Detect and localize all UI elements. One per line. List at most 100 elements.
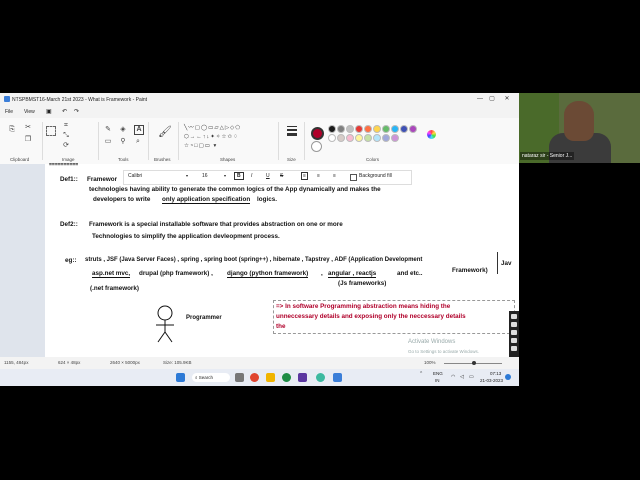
zoom-slider[interactable] [444,361,502,365]
size-icon[interactable] [287,126,297,140]
edge-icon[interactable] [316,373,325,382]
file-explorer-icon[interactable] [266,373,275,382]
eraser-icon[interactable]: ▭ [104,138,112,146]
gear-icon[interactable] [511,346,517,351]
select-icon[interactable] [46,126,56,136]
paint-taskbar-icon[interactable] [333,373,342,382]
color-swatch[interactable] [346,125,354,133]
color-swatch[interactable] [373,125,381,133]
task-view-icon[interactable] [235,373,244,382]
font-size-select[interactable]: 16 [202,173,208,179]
notification-icon[interactable] [505,374,511,380]
save-icon[interactable]: ▣ [46,108,52,115]
close-button[interactable]: ✕ [501,95,513,104]
color-swatch[interactable] [373,134,381,142]
search-label: Search [198,375,214,380]
text-format-toolbar: Calibri ▾ 16 ▾ B I U S ≡ ≡ ≡ Background … [123,170,412,185]
edit-colors-icon[interactable] [427,130,436,139]
meet-icon[interactable] [282,373,291,382]
chevron-down-icon[interactable]: ▾ [186,173,188,178]
def1-label: Def1:: [60,176,78,183]
window-title: NTSPBMST16-March 21st 2023 - What is Fra… [12,97,148,103]
text-tool-icon[interactable]: A [134,125,144,135]
color-swatch[interactable] [337,134,345,142]
pencil-icon[interactable]: ✎ [104,126,112,134]
color-swatch[interactable] [355,125,363,133]
color-swatch[interactable] [364,125,372,133]
rotate-icon[interactable]: ⟳ [62,142,70,150]
mic-icon[interactable] [511,322,517,327]
file-size: Size: 105.9KB [163,360,192,365]
maximize-button[interactable]: ▢ [486,95,498,104]
font-family-select[interactable]: Calibri [128,173,142,179]
redo-icon[interactable]: ↷ [74,108,79,115]
color-swatch[interactable] [364,134,372,142]
abstraction-line-3: the [276,323,286,330]
def1-line-3c: logics. [257,196,277,203]
color-swatch[interactable] [337,125,345,133]
magnifier-icon[interactable]: ⌕ [134,138,142,146]
shapes-gallery[interactable]: ╲〰▢◯▭▱△▷◇⬠ ⬡→←↑↓✦✧☆✩♢ ☆◔□▢▭ ▾ [184,124,272,154]
eg-line-1-end: Framework) [452,267,488,274]
italic-button[interactable]: I [251,173,252,179]
chevron-up-icon[interactable]: ⌃ [419,371,423,377]
selection-size: 624 × 48px [58,360,81,365]
group-brushes: Brushes [154,157,171,162]
color-palette[interactable] [328,125,424,145]
strikethrough-button[interactable]: S [280,173,283,179]
color-swatch[interactable] [382,125,390,133]
search-box[interactable]: ⌕ Search [192,373,230,382]
settings-icon[interactable] [511,338,517,343]
def1-line-2: technologies having ability to generate … [89,186,381,193]
app-icon[interactable] [298,373,307,382]
abstraction-line-1: => In software Programming abstraction m… [276,303,451,310]
participant-name: nataraz sir - Senior J... [520,152,575,160]
color-swatch[interactable] [382,134,390,142]
eg-line-2c: django (python framework) [227,270,309,278]
color-swatch[interactable] [328,134,336,142]
secondary-color-swatch[interactable] [311,141,322,152]
color-picker-icon[interactable]: ⚲ [119,138,127,146]
paint-app-icon [4,96,10,102]
lang-label[interactable]: ENG [433,371,443,376]
video-controls[interactable] [509,311,519,357]
undo-icon[interactable]: ↶ [62,108,67,115]
color-swatch[interactable] [355,134,363,142]
title-bar: NTSPBMST16-March 21st 2023 - What is Fra… [0,93,519,106]
battery-icon[interactable]: ▭ [469,374,474,380]
menu-file[interactable]: File [5,109,13,115]
color-swatch[interactable] [346,134,354,142]
record-icon[interactable] [511,330,517,335]
volume-icon[interactable]: ◁ [460,374,464,380]
minimize-button[interactable]: — [474,95,486,104]
brush-icon[interactable]: 🖌 [158,127,172,140]
clock-time[interactable]: 07:13 [490,371,501,376]
align-right-icon[interactable]: ≡ [333,173,336,179]
color-swatch[interactable] [400,125,408,133]
fill-icon[interactable]: ◈ [119,126,127,134]
paste-icon[interactable]: ⎘ [8,126,16,134]
underline-button[interactable]: U [266,173,270,179]
camera-icon[interactable] [511,314,517,319]
background-fill-checkbox[interactable] [350,174,357,181]
color-swatch[interactable] [409,125,417,133]
color-swatch[interactable] [391,134,399,142]
color-swatch[interactable] [391,125,399,133]
chevron-down-icon[interactable]: ▾ [224,173,226,178]
primary-color-swatch[interactable] [311,127,324,140]
start-icon[interactable] [176,373,185,382]
copy-icon[interactable]: ❐ [24,136,32,144]
align-center-icon[interactable]: ≡ [317,173,320,179]
crop-icon[interactable]: ⌗ [62,122,70,130]
wifi-icon[interactable]: ◠ [451,374,455,380]
bold-button[interactable]: B [234,172,244,180]
align-left-icon[interactable]: ≡ [301,172,308,180]
def2-line-1: Framework is a special installable softw… [89,221,343,228]
menu-view[interactable]: View [24,109,35,115]
resize-icon[interactable]: ⤡ [62,132,70,140]
chrome-icon[interactable] [250,373,259,382]
cut-icon[interactable]: ✂ [24,124,32,132]
eg-line-1: struts , JSF (Java Server Faces) , sprin… [85,257,423,263]
drawing-canvas[interactable]: ========== Def1:: Framewor technologies … [45,162,519,357]
color-swatch[interactable] [328,125,336,133]
